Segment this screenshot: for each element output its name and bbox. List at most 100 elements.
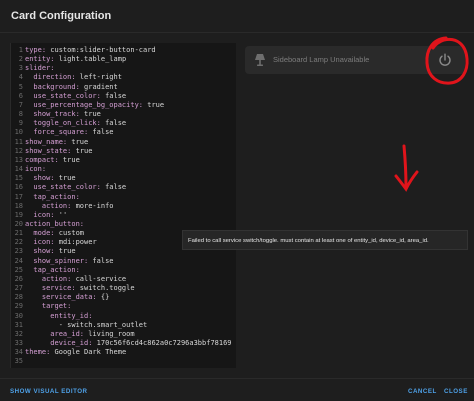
code-line: action: call-service: [25, 275, 234, 284]
line-number: 6: [18, 91, 23, 100]
line-number: 1: [18, 46, 23, 54]
yaml-value: true: [67, 137, 89, 146]
code-line: use_state_color: false: [25, 92, 234, 101]
yaml-value: false: [100, 183, 127, 192]
yaml-key: mode:: [25, 229, 55, 238]
code-line: toggle_on_click: false: [25, 119, 234, 128]
line-number: 22: [14, 238, 23, 247]
yaml-value: false: [88, 128, 114, 137]
code-line: tap_action:: [25, 193, 234, 202]
code-line: force_square: false: [25, 128, 234, 137]
yaml-key: area_id:: [25, 329, 85, 338]
yaml-key: show_track:: [25, 110, 80, 119]
line-number: 7: [18, 100, 23, 109]
red-annotation-circle: [425, 36, 469, 85]
line-number: 25: [14, 265, 23, 274]
line-number: 12: [14, 146, 23, 155]
yaml-value: '': [54, 210, 68, 219]
yaml-value: true: [58, 155, 80, 164]
code-line: service_data: {}: [25, 293, 234, 302]
yaml-value: gradient: [79, 82, 118, 91]
yaml-key: entity:: [25, 55, 55, 64]
yaml-value: true: [54, 174, 76, 183]
line-number: 32: [14, 329, 23, 338]
code-line: entity: light.table_lamp: [25, 55, 234, 64]
error-toast: Failed to call service switch/toggle. mu…: [182, 230, 468, 250]
cancel-button[interactable]: CANCEL: [408, 388, 437, 395]
yaml-key: show_spinner:: [25, 256, 89, 265]
yaml-value: false: [100, 119, 127, 128]
line-number: 31: [14, 320, 23, 329]
line-number: 21: [14, 229, 23, 238]
yaml-value: left-right: [75, 73, 122, 82]
line-number: 24: [14, 256, 23, 265]
line-number: 35: [14, 357, 23, 366]
line-number: 27: [14, 284, 23, 293]
footer-divider: [0, 378, 474, 379]
yaml-key: action:: [25, 274, 72, 283]
yaml-key: theme:: [25, 348, 51, 357]
code-line: show_name: true: [25, 138, 234, 147]
yaml-key: use_state_color:: [25, 183, 101, 192]
yaml-code-editor[interactable]: 1 2 3 4 5 6 7 8 9 10 11 12 13 14 15 16 17 18 19 20 21 22 23 24 2…: [10, 43, 236, 368]
yaml-key: use_state_color:: [25, 91, 101, 100]
yaml-value: living_room: [84, 329, 135, 338]
yaml-key: show:: [25, 247, 55, 256]
line-number: 10: [14, 128, 23, 137]
dialog-title: Card Configuration: [11, 10, 112, 22]
line-number: 19: [14, 210, 23, 219]
yaml-key: target:: [25, 302, 72, 311]
yaml-value: false: [100, 91, 127, 100]
line-number: 16: [14, 183, 23, 192]
yaml-key: show_name:: [25, 137, 68, 146]
yaml-value: light.table_lamp: [54, 55, 127, 64]
code-line: icon: '': [25, 211, 234, 220]
yaml-key: show:: [25, 174, 55, 183]
yaml-key: background:: [25, 82, 80, 91]
line-number: 20: [14, 219, 23, 228]
yaml-value: mdi:power: [54, 238, 97, 247]
yaml-code-content[interactable]: type: custom:slider-button-card entity: l…: [25, 46, 234, 366]
code-line: service: switch.toggle: [25, 284, 234, 293]
code-line: target:: [25, 302, 234, 311]
code-line: icon:: [25, 165, 234, 174]
yaml-key: icon:: [25, 210, 55, 219]
yaml-key: icon:: [25, 165, 47, 174]
line-number: 2: [18, 55, 23, 64]
yaml-key: compact:: [25, 155, 59, 164]
yaml-key: device_id:: [25, 339, 93, 347]
line-number: 11: [14, 137, 23, 146]
yaml-key: service_data:: [25, 293, 97, 302]
show-visual-editor-button[interactable]: SHOW VISUAL EDITOR: [10, 388, 88, 395]
code-line: device_id: 170c56f6cd4c862a0c7296a3bbf78…: [25, 339, 234, 348]
line-number: 14: [14, 165, 23, 174]
line-number: 5: [18, 82, 23, 91]
code-line: theme: Google Dark Theme: [25, 348, 234, 357]
code-line: background: gradient: [25, 83, 234, 92]
code-line: compact: true: [25, 156, 234, 165]
line-number: 3: [18, 64, 23, 73]
yaml-key: show_state:: [25, 146, 72, 155]
close-button[interactable]: CLOSE: [444, 388, 468, 395]
line-number: 34: [14, 348, 23, 357]
line-number-gutter: 1 2 3 4 5 6 7 8 9 10 11 12 13 14 15 16 17 18 19 20 21 22 23 24 2…: [11, 46, 23, 366]
code-line: direction: left-right: [25, 73, 234, 82]
line-number: 18: [14, 201, 23, 210]
yaml-value: 170c56f6cd4c862a0c7296a3bbf78169: [92, 339, 232, 347]
line-number: 28: [14, 293, 23, 302]
code-line: - switch.smart_outlet: [25, 321, 234, 330]
yaml-value: custom: [54, 229, 85, 238]
header-divider: [0, 32, 474, 33]
yaml-value: true: [71, 146, 93, 155]
yaml-value: {}: [96, 293, 110, 302]
code-line: tap_action:: [25, 266, 234, 275]
yaml-key: slider:: [25, 64, 55, 73]
yaml-value: true: [143, 100, 165, 109]
code-line: entity_id:: [25, 312, 234, 321]
line-number: 29: [14, 302, 23, 311]
yaml-key: force_square:: [25, 128, 89, 137]
yaml-key: toggle_on_click:: [25, 119, 101, 128]
red-annotation-arrow: [394, 144, 419, 192]
code-line: show_state: true: [25, 147, 234, 156]
